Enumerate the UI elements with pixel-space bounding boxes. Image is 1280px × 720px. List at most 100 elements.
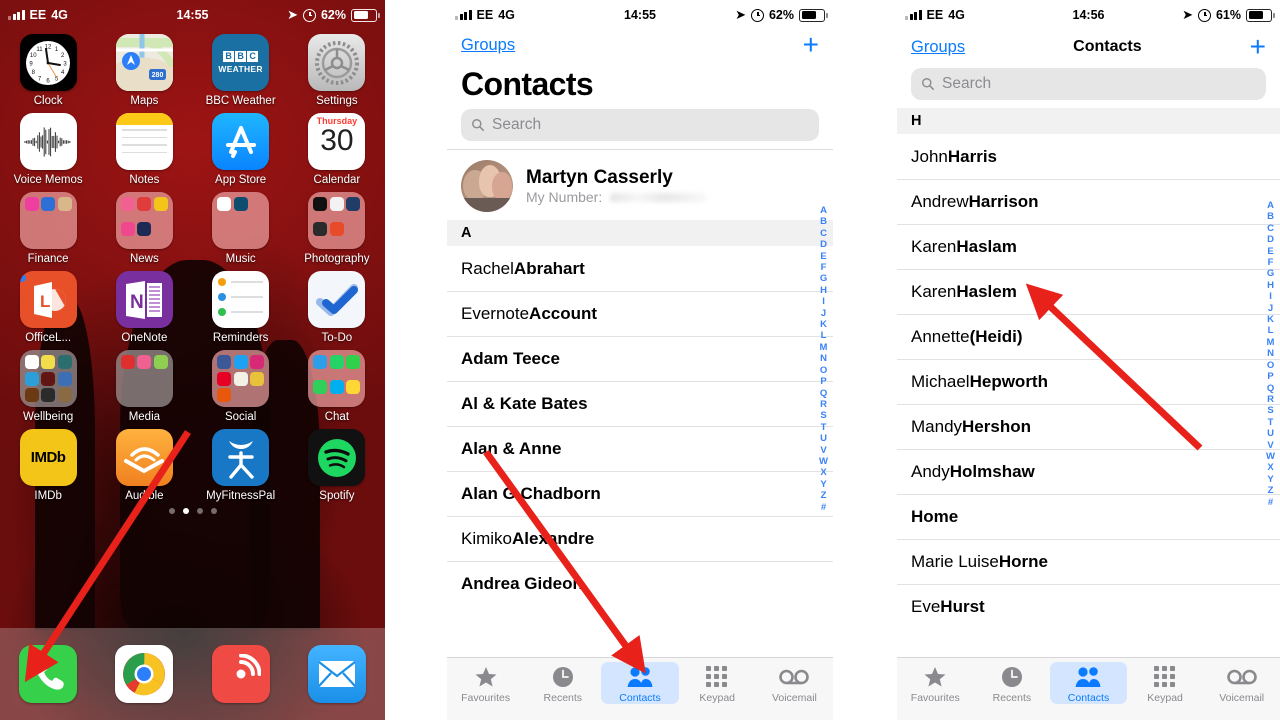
contact-row[interactable]: Karen Haslam — [897, 224, 1280, 269]
contact-row[interactable]: Eve Hurst — [897, 584, 1280, 629]
index-letter[interactable]: Q — [820, 388, 827, 399]
alphabet-index[interactable]: A B C D E F G H I J K L M N O P Q R S T U V W X Y Z # — [819, 205, 828, 513]
dock-app-pocket-casts[interactable] — [211, 645, 270, 703]
index-letter[interactable]: G — [1267, 268, 1274, 279]
index-letter[interactable]: V — [1267, 440, 1273, 451]
photography-folder-icon[interactable] — [308, 192, 366, 249]
app-audible[interactable]: Audible — [101, 429, 187, 502]
index-letter[interactable]: D — [820, 239, 827, 250]
tab-favourites[interactable]: Favourites — [897, 662, 974, 704]
index-letter[interactable]: B — [1267, 211, 1274, 222]
myfitnesspal-app-icon[interactable] — [212, 429, 270, 486]
mail-app-icon[interactable] — [307, 645, 366, 703]
contact-row[interactable]: Andrea Gideon — [447, 561, 833, 606]
index-letter[interactable]: E — [1267, 246, 1273, 257]
voice-memos-app-icon[interactable] — [19, 113, 77, 170]
dock-app-chrome[interactable] — [115, 645, 174, 703]
index-letter[interactable]: O — [820, 365, 827, 376]
bbc-weather-app-icon[interactable]: B B C WEATHER — [212, 34, 270, 91]
index-letter[interactable]: S — [1267, 405, 1273, 416]
contact-row[interactable]: Kimiko Alexandre — [447, 516, 833, 561]
app-finance[interactable]: Finance — [5, 192, 91, 265]
index-letter[interactable]: Y — [820, 479, 826, 490]
index-letter[interactable]: W — [819, 456, 828, 467]
media-folder-icon[interactable] — [115, 350, 173, 407]
audible-app-icon[interactable] — [115, 429, 173, 486]
app-media[interactable]: Media — [101, 350, 187, 423]
app-onenote[interactable]: N OneNote — [101, 271, 187, 344]
add-contact-button[interactable]: + — [803, 31, 819, 59]
maps-app-icon[interactable]: 280 — [115, 34, 173, 91]
index-letter[interactable]: Q — [1267, 383, 1274, 394]
app-calendar[interactable]: Thursday 30 Calendar — [294, 113, 380, 186]
app-chat[interactable]: Chat — [294, 350, 380, 423]
app-music[interactable]: Music — [198, 192, 284, 265]
app-clock[interactable]: 1 2 3 4 5 6 7 8 9 10 11 12 Clock — [5, 34, 91, 107]
app-reminders[interactable]: Reminders — [198, 271, 284, 344]
contact-row[interactable]: Alan G Chadborn — [447, 471, 833, 516]
index-letter[interactable]: G — [820, 273, 827, 284]
page-dot[interactable] — [210, 508, 217, 514]
app-myfitnesspal[interactable]: MyFitnessPal — [198, 429, 284, 502]
contact-row[interactable]: Mandy Hershon — [897, 404, 1280, 449]
app-maps[interactable]: 280 Maps — [101, 34, 187, 107]
calendar-app-icon[interactable]: Thursday 30 — [308, 113, 366, 170]
index-letter[interactable]: # — [821, 502, 826, 513]
groups-button[interactable]: Groups — [461, 36, 515, 55]
index-letter[interactable]: D — [1267, 234, 1274, 245]
social-folder-icon[interactable] — [212, 350, 270, 407]
index-letter[interactable]: M — [820, 342, 828, 353]
tab-contacts[interactable]: Contacts — [601, 662, 679, 704]
index-letter[interactable]: E — [820, 251, 826, 262]
page-dot[interactable] — [168, 508, 175, 514]
tab-recents[interactable]: Recents — [524, 662, 601, 704]
tab-voicemail[interactable]: Voicemail — [756, 662, 833, 704]
finance-folder-icon[interactable] — [19, 192, 77, 249]
index-letter[interactable]: A — [820, 205, 827, 216]
tab-keypad[interactable]: Keypad — [1127, 662, 1204, 704]
app-notes[interactable]: Notes — [101, 113, 187, 186]
index-letter[interactable]: I — [1269, 291, 1272, 302]
index-letter[interactable]: V — [820, 445, 826, 456]
index-letter[interactable]: M — [1267, 337, 1275, 348]
index-letter[interactable]: P — [820, 376, 826, 387]
index-letter[interactable]: H — [1267, 280, 1274, 291]
index-letter[interactable]: # — [1268, 497, 1273, 508]
tab-keypad[interactable]: Keypad — [679, 662, 756, 704]
index-letter[interactable]: U — [820, 433, 827, 444]
contact-row[interactable]: John Harris — [897, 134, 1280, 179]
contact-row[interactable]: Adam Teece — [447, 336, 833, 381]
index-letter[interactable]: F — [1268, 257, 1274, 268]
index-letter[interactable]: I — [822, 296, 825, 307]
chat-folder-icon[interactable] — [308, 350, 366, 407]
index-letter[interactable]: F — [821, 262, 827, 273]
contact-row[interactable]: Home — [897, 494, 1280, 539]
app-settings[interactable]: Settings — [294, 34, 380, 107]
notes-app-icon[interactable] — [115, 113, 173, 170]
index-letter[interactable]: S — [820, 410, 826, 421]
index-letter[interactable]: L — [1268, 325, 1274, 336]
index-letter[interactable]: U — [1267, 428, 1274, 439]
index-letter[interactable]: R — [1267, 394, 1274, 405]
app-to-do[interactable]: To-Do — [294, 271, 380, 344]
index-letter[interactable]: N — [820, 353, 827, 364]
contact-row[interactable]: Marie Luise Horne — [897, 539, 1280, 584]
index-letter[interactable]: Z — [821, 490, 827, 501]
index-letter[interactable]: R — [820, 399, 827, 410]
index-letter[interactable]: K — [820, 319, 827, 330]
index-letter[interactable]: O — [1267, 360, 1274, 371]
index-letter[interactable]: Z — [1268, 485, 1274, 496]
index-letter[interactable]: K — [1267, 314, 1274, 325]
tab-recents[interactable]: Recents — [974, 662, 1051, 704]
groups-button[interactable]: Groups — [911, 38, 965, 57]
index-letter[interactable]: T — [821, 422, 827, 433]
app-app-store[interactable]: App Store — [198, 113, 284, 186]
reminders-app-icon[interactable] — [212, 271, 270, 328]
index-letter[interactable]: W — [1266, 451, 1275, 462]
contact-row[interactable]: Andy Holmshaw — [897, 449, 1280, 494]
contact-row[interactable]: Karen Haslem — [897, 269, 1280, 314]
contact-row[interactable]: Michael Hepworth — [897, 359, 1280, 404]
page-dot[interactable] — [196, 508, 203, 514]
clock-app-icon[interactable]: 1 2 3 4 5 6 7 8 9 10 11 12 — [19, 34, 77, 91]
index-letter[interactable]: Y — [1267, 474, 1273, 485]
